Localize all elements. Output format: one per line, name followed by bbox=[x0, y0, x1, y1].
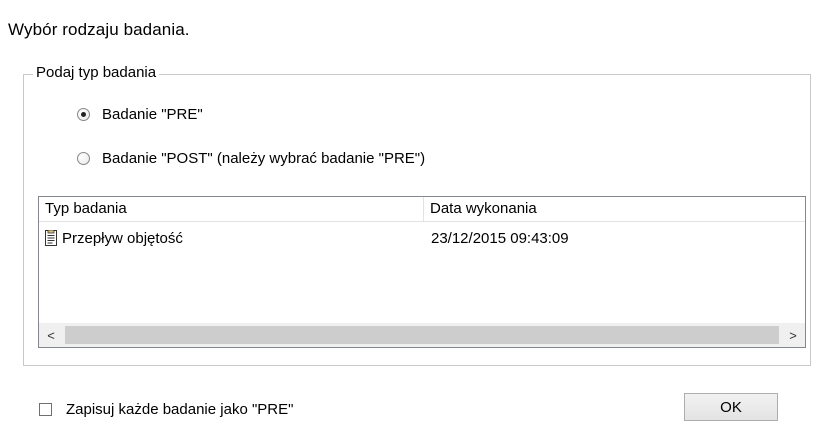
column-header-type[interactable]: Typ badania bbox=[39, 197, 424, 221]
test-type-groupbox: Podaj typ badania Badanie "PRE" Badanie … bbox=[23, 64, 811, 366]
radio-pre-indicator[interactable] bbox=[77, 108, 90, 121]
test-list[interactable]: Typ badania Data wykonania Przepływ obję… bbox=[38, 196, 806, 348]
dialog-title: Wybór rodzaju badania. bbox=[8, 20, 190, 39]
scroll-track[interactable] bbox=[63, 323, 781, 347]
scroll-right-button[interactable]: > bbox=[781, 323, 805, 347]
column-header-date[interactable]: Data wykonania bbox=[424, 197, 805, 221]
save-as-pre-label: Zapisuj każde badanie jako "PRE" bbox=[66, 401, 294, 418]
scroll-left-button[interactable]: < bbox=[39, 323, 63, 347]
save-as-pre-option[interactable]: Zapisuj każde badanie jako "PRE" bbox=[39, 401, 293, 418]
groupbox-legend: Podaj typ badania bbox=[33, 64, 160, 81]
list-item[interactable]: Przepływ objętość 23/12/2015 09:43:09 bbox=[39, 226, 805, 250]
list-header: Typ badania Data wykonania bbox=[39, 197, 805, 222]
list-item-type: Przepływ objętość bbox=[62, 229, 183, 247]
radio-post[interactable]: Badanie "POST" (należy wybrać badanie "P… bbox=[77, 150, 425, 167]
ok-button[interactable]: OK bbox=[684, 393, 778, 421]
scroll-thumb[interactable] bbox=[65, 326, 779, 344]
list-item-type-cell: Przepływ objętość bbox=[39, 230, 424, 247]
horizontal-scrollbar[interactable]: < > bbox=[39, 323, 805, 347]
radio-pre[interactable]: Badanie "PRE" bbox=[77, 106, 203, 123]
list-item-date: 23/12/2015 09:43:09 bbox=[430, 229, 569, 247]
scroll-right-icon: > bbox=[789, 327, 797, 343]
radio-post-label: Badanie "POST" (należy wybrać badanie "P… bbox=[102, 150, 426, 167]
radio-pre-label: Badanie "PRE" bbox=[102, 106, 203, 123]
radio-post-indicator[interactable] bbox=[77, 152, 90, 165]
save-as-pre-checkbox[interactable] bbox=[39, 403, 52, 416]
document-icon bbox=[45, 230, 57, 246]
scroll-left-icon: < bbox=[47, 327, 55, 343]
